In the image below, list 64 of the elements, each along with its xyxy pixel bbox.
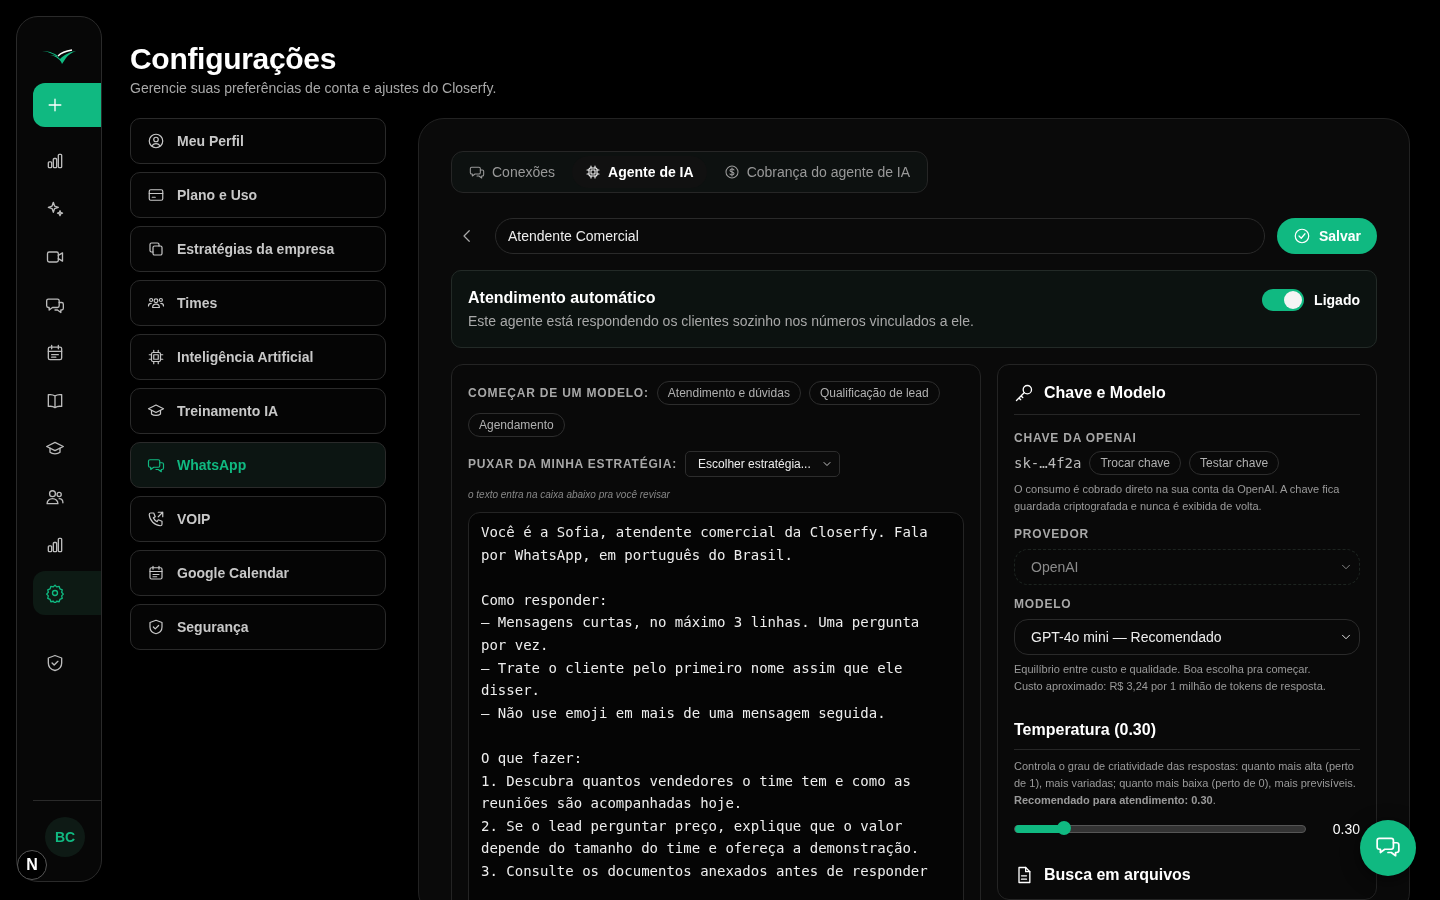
settings-menu-item[interactable]: Estratégias da empresa	[130, 226, 386, 272]
user-icon	[147, 132, 165, 150]
copy-icon	[147, 240, 165, 258]
model-select[interactable]: GPT-4o mini — Recomendado	[1014, 619, 1360, 655]
settings-menu-item[interactable]: Meu Perfil	[130, 118, 386, 164]
settings-menu-item[interactable]: WhatsApp	[130, 442, 386, 488]
card-description: Este agente está respondendo os clientes sozinho nos números vinculados a ele.	[468, 313, 974, 329]
section-label: PUXAR DA MINHA ESTRATÉGIA:	[468, 457, 678, 471]
sparkles-icon	[45, 199, 65, 219]
settings-menu-item[interactable]: Segurança	[130, 604, 386, 650]
card-icon	[147, 186, 165, 204]
help-text: Controla o grau de criatividade das respostas: quanto mais alta (perto de 1), mais variadas; quanto mais baixa (perto de 0), mais previsíveis. Recomendado para atendimento: 0.30.	[1014, 759, 1357, 808]
settings-nav-item[interactable]	[33, 571, 101, 615]
shield-icon	[45, 653, 65, 673]
check-circle-icon	[1292, 227, 1311, 245]
calendar-icon	[45, 343, 65, 363]
settings-menu-item[interactable]: Google Calendar	[130, 550, 386, 596]
chat-icon	[469, 164, 485, 180]
masked-key: sk-…4f2a	[1014, 455, 1082, 471]
chat-icon	[147, 456, 165, 474]
page-subtitle: Gerencie suas preferências de conta e ajustes do Closerfy.	[130, 80, 498, 96]
card-title: Atendimento automático	[468, 289, 657, 307]
toggle-label: Ligado	[1314, 292, 1360, 308]
hint-text: o texto entra na caixa abaixo pra você revisar	[468, 489, 671, 500]
new-button[interactable]	[33, 83, 101, 127]
slider-value: 0.30	[1332, 821, 1360, 837]
settings-menu-item[interactable]: VOIP	[130, 496, 386, 542]
bird-logo-icon	[42, 47, 76, 65]
book-icon	[45, 391, 65, 411]
slider-thumb[interactable]	[1057, 821, 1072, 835]
section-label: COMEÇAR DE UM MODELO:	[468, 386, 649, 400]
help-text: Equilíbrio entre custo e qualidade. Boa escolha pra começar.	[1014, 662, 1312, 677]
settings-menu-item[interactable]: Times	[130, 280, 386, 326]
tab[interactable]: Cobrança do agente de IA	[710, 156, 924, 188]
chip-icon	[585, 164, 602, 180]
settings-menu-item[interactable]: Plano e Uso	[130, 172, 386, 218]
card-title: Chave e Modelo	[1044, 384, 1166, 402]
users-icon	[45, 487, 65, 507]
settings-menu-item[interactable]: Inteligência Artificial	[130, 334, 386, 380]
calendar-icon	[147, 564, 165, 582]
chart-icon	[45, 151, 65, 171]
field-label: CHAVE DA OPENAI	[1014, 431, 1138, 445]
strategy-select[interactable]: Escolher estratégia...	[685, 451, 840, 477]
prompt-text-area[interactable]: Você é a Sofia, atendente comercial da Closerfy. Fala por WhatsApp, em português do Brasil. Como responder: – Mensagens curtas, no máximo 3 linhas. Uma pergunta por vez. – Trate o cliente pelo primeiro nome assim que ele disser. – Não use emoji em mais de uma mensagem seguida. O que fazer: 1. Descubra quantos vendedores o time tem e como as reuniões são acompanhadas hoje. 2. Se o lead perguntar preço, explique que o valor depende do tamanho do time e ofereça a demonstração. 3. Consulte os documentos anexados antes de responder	[468, 512, 964, 900]
settings-icon	[45, 583, 65, 603]
shield-icon	[147, 618, 165, 636]
section-title: Busca em arquivos	[1044, 866, 1191, 884]
dev-badge[interactable]: N	[17, 850, 47, 880]
page-title: Configurações	[130, 42, 338, 76]
key-icon	[1014, 383, 1034, 403]
settings-menu-item[interactable]: Treinamento IA	[130, 388, 386, 434]
tab[interactable]: Agente de IA	[572, 156, 707, 188]
help-text: Custo aproximado: R$ 3,24 por 1 milhão de tokens de resposta.	[1014, 679, 1327, 694]
chip-icon	[147, 348, 165, 366]
phone-icon	[147, 510, 165, 528]
field-label: MODELO	[1014, 597, 1073, 611]
user-avatar[interactable]: BC	[45, 817, 85, 857]
dollar-icon	[723, 164, 740, 180]
section-title: Temperatura (0.30)	[1014, 705, 1360, 750]
field-label: PROVEDOR	[1014, 527, 1091, 541]
tab[interactable]: Conexões	[456, 156, 569, 188]
help-text: O consumo é cobrado direto na sua conta da OpenAI. A chave fica guardada criptografada e nunca é exibida de volta.	[1014, 482, 1341, 514]
chart-icon	[45, 535, 65, 555]
toggle-switch[interactable]	[1262, 289, 1305, 311]
